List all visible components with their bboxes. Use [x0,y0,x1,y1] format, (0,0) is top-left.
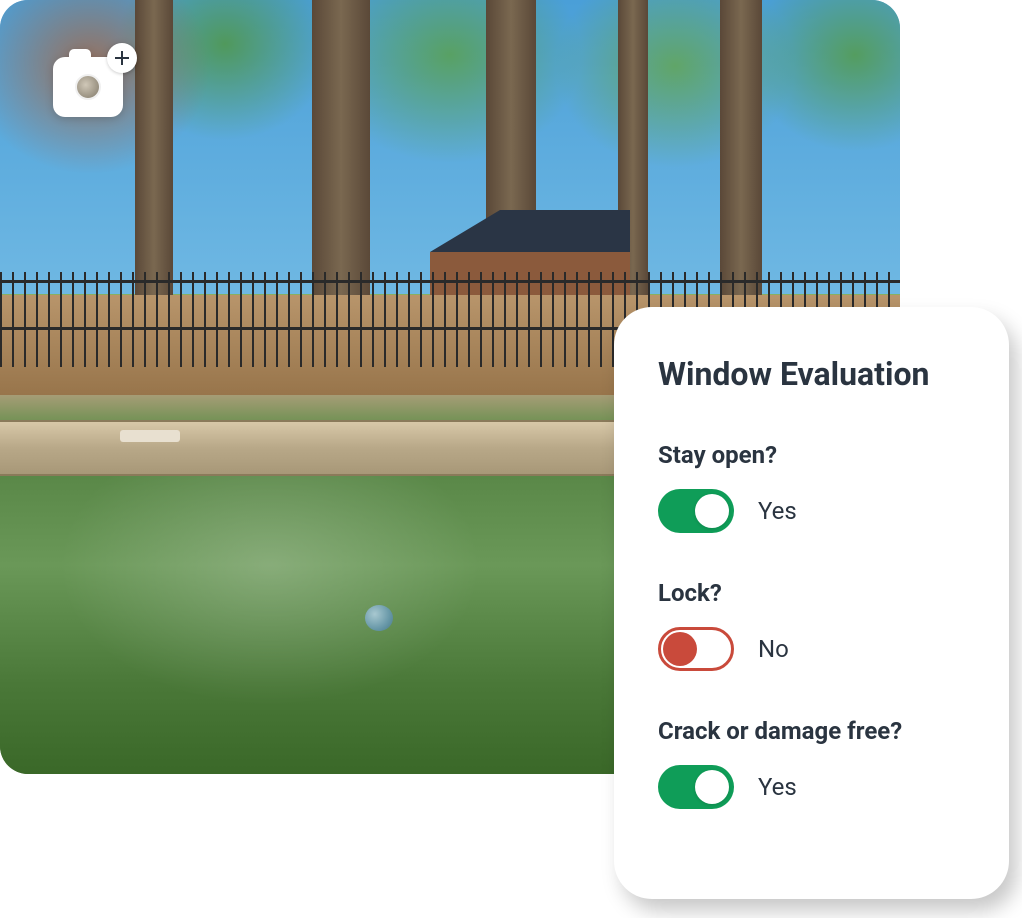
toggle-damage-free[interactable] [658,765,734,809]
question-label: Stay open? [658,441,965,469]
toggle-value-label: Yes [758,773,797,801]
window-evaluation-card: Window Evaluation Stay open? Yes Lock? N… [614,307,1009,899]
question-label: Lock? [658,579,965,607]
toggle-knob [663,632,697,666]
toggle-value-label: No [758,635,789,663]
toggle-knob [695,770,729,804]
add-photo-button[interactable] [53,57,123,117]
card-title: Window Evaluation [658,355,965,393]
question-label: Crack or damage free? [658,717,965,745]
toggle-lock[interactable] [658,627,734,671]
toggle-value-label: Yes [758,497,797,525]
toggle-stay-open[interactable] [658,489,734,533]
question-lock: Lock? No [658,579,965,671]
toggle-knob [695,494,729,528]
question-stay-open: Stay open? Yes [658,441,965,533]
plus-icon [107,43,137,73]
question-damage-free: Crack or damage free? Yes [658,717,965,809]
photo-ball [365,605,393,631]
camera-icon [75,74,101,100]
